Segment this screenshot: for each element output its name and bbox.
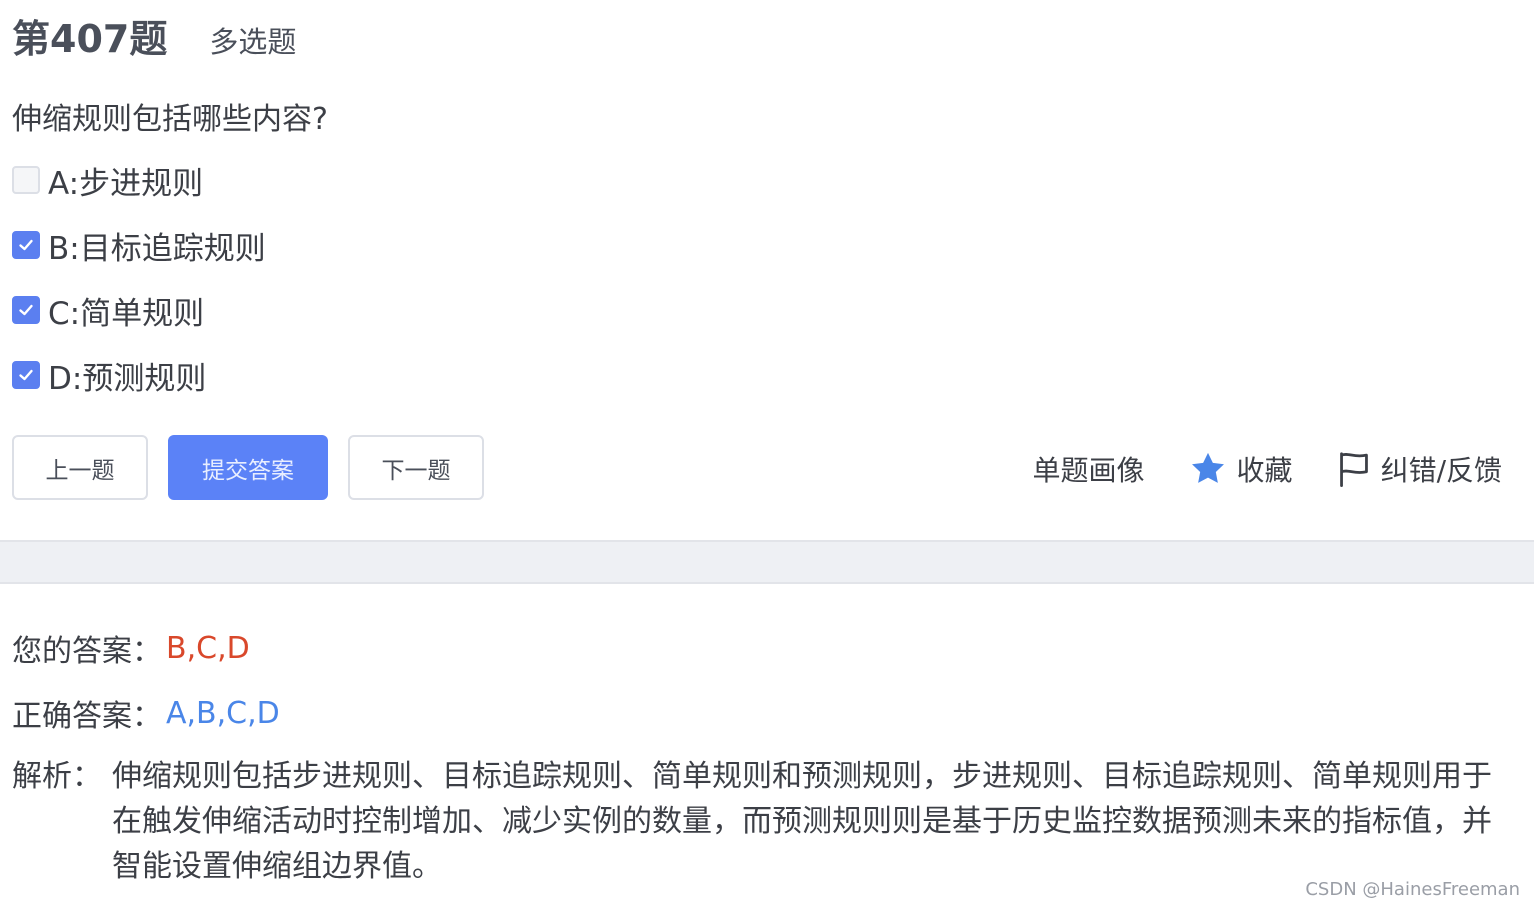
analysis-label: 解析： bbox=[12, 759, 102, 794]
checkbox-checked-icon[interactable] bbox=[12, 231, 40, 259]
star-icon bbox=[1191, 452, 1224, 483]
question-number: 第407题 bbox=[12, 17, 168, 61]
option-label: D:预测规则 bbox=[48, 360, 207, 397]
correct-answer-row: 正确答案： A,B,C,D bbox=[12, 691, 280, 735]
option-label: B:目标追踪规则 bbox=[48, 230, 266, 267]
checkbox-checked-icon[interactable] bbox=[12, 361, 40, 389]
your-answer-row: 您的答案： B,C,D bbox=[12, 626, 250, 670]
portrait-label: 单题画像 bbox=[1032, 454, 1145, 487]
options-list: A:步进规则 B:目标追踪规则 C:简单规则 D:预测规则 bbox=[12, 158, 266, 418]
analysis-block: 解析： 伸缩规则包括步进规则、目标追踪规则、简单规则和预测规则，步进规则、目标追… bbox=[12, 754, 1502, 889]
question-type: 多选题 bbox=[209, 25, 297, 59]
prev-question-button[interactable]: 上一题 bbox=[12, 435, 148, 500]
checkbox-unchecked-icon[interactable] bbox=[12, 166, 40, 194]
option-b[interactable]: B:目标追踪规则 bbox=[12, 223, 266, 267]
favorite-label: 收藏 bbox=[1236, 454, 1293, 487]
correct-answer-label: 正确答案： bbox=[12, 699, 162, 734]
analysis-text: 伸缩规则包括步进规则、目标追踪规则、简单规则和预测规则，步进规则、目标追踪规则、… bbox=[112, 759, 1492, 884]
report-button[interactable]: 纠错/反馈 bbox=[1337, 449, 1502, 489]
flag-icon bbox=[1339, 452, 1368, 487]
question-header: 第407题 多选题 bbox=[12, 8, 297, 61]
checkbox-checked-icon[interactable] bbox=[12, 296, 40, 324]
report-label: 纠错/反馈 bbox=[1380, 454, 1502, 487]
correct-answer-value: A,B,C,D bbox=[166, 695, 280, 731]
option-d[interactable]: D:预测规则 bbox=[12, 353, 266, 397]
submit-answer-button[interactable]: 提交答案 bbox=[168, 435, 328, 500]
next-question-button[interactable]: 下一题 bbox=[348, 435, 484, 500]
question-stem: 伸缩规则包括哪些内容? bbox=[12, 102, 328, 137]
option-a[interactable]: A:步进规则 bbox=[12, 158, 266, 202]
section-divider bbox=[0, 540, 1534, 584]
portrait-button[interactable]: 单题画像 bbox=[1033, 449, 1145, 489]
your-answer-label: 您的答案： bbox=[12, 634, 162, 669]
option-label: C:简单规则 bbox=[48, 295, 205, 332]
question-actions: 单题画像 收藏 纠错/反馈 bbox=[1033, 448, 1502, 490]
watermark: CSDN @HainesFreeman bbox=[1305, 879, 1520, 900]
favorite-button[interactable]: 收藏 bbox=[1189, 449, 1293, 489]
your-answer-value: B,C,D bbox=[166, 630, 250, 666]
option-c[interactable]: C:简单规则 bbox=[12, 288, 266, 332]
option-label: A:步进规则 bbox=[48, 165, 204, 202]
